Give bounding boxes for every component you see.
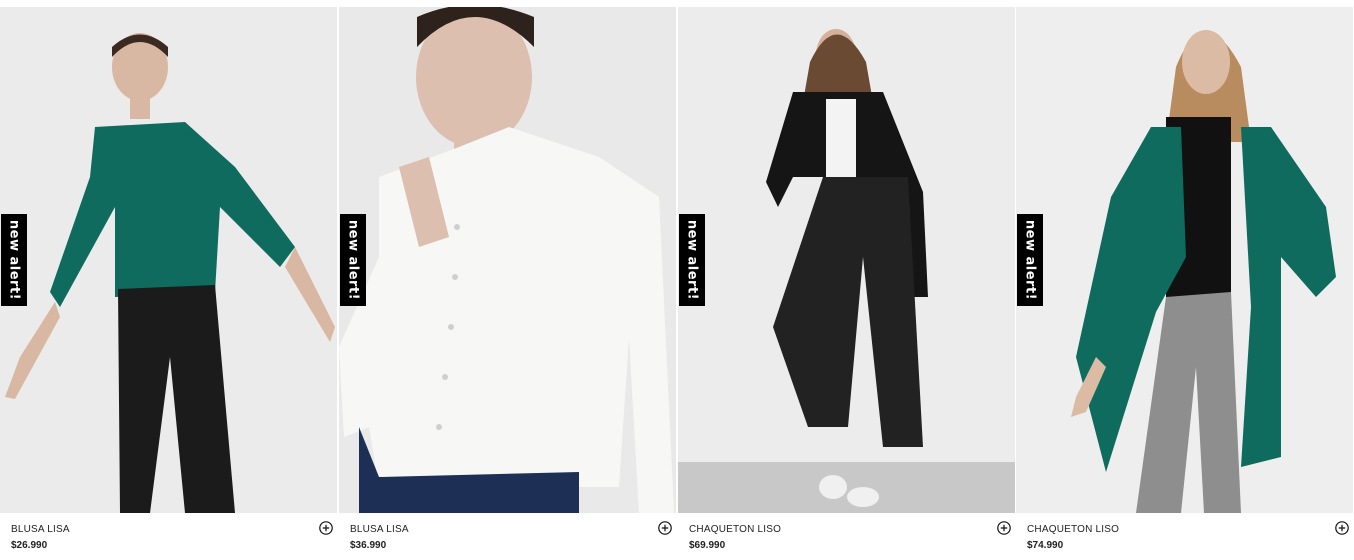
product-name[interactable]: BLUSA LISA [11, 524, 70, 535]
product-name[interactable]: CHAQUETON LISO [1027, 524, 1119, 535]
plus-circle-icon[interactable] [997, 521, 1011, 535]
product-image[interactable] [1016, 7, 1353, 513]
new-alert-badge: new alert! [340, 214, 366, 306]
product-image[interactable] [339, 7, 676, 513]
plus-circle-icon[interactable] [1335, 521, 1349, 535]
product-card[interactable]: new alert! BLUSA LISA $26.990 [0, 0, 337, 560]
product-card[interactable]: new alert! CHAQUETON LISO $74.990 [1016, 0, 1353, 560]
new-alert-badge: new alert! [1017, 214, 1043, 306]
product-image[interactable] [678, 7, 1015, 513]
product-card[interactable]: new alert! BLUSA LISA $36.990 [339, 0, 676, 560]
plus-circle-icon[interactable] [319, 521, 333, 535]
product-price: $36.990 [350, 540, 387, 551]
product-price: $26.990 [11, 540, 48, 551]
new-alert-badge: new alert! [679, 214, 705, 306]
new-alert-badge: new alert! [1, 214, 27, 306]
product-name[interactable]: CHAQUETON LISO [689, 524, 781, 535]
product-name[interactable]: BLUSA LISA [350, 524, 409, 535]
product-price: $74.990 [1027, 540, 1064, 551]
product-card[interactable]: new alert! CHAQUETON LISO $69.990 [678, 0, 1015, 560]
plus-circle-icon[interactable] [658, 521, 672, 535]
product-image[interactable] [0, 7, 337, 513]
product-grid: new alert! BLUSA LISA $26.990 new alert!… [0, 0, 1354, 560]
product-price: $69.990 [689, 540, 726, 551]
